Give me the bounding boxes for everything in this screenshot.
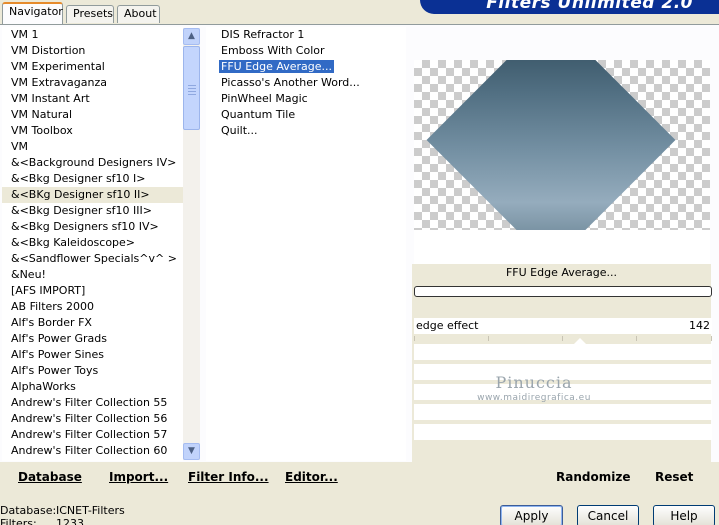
filter-item[interactable]: Emboss With Color	[206, 43, 406, 59]
filter-item-label: DIS Refractor 1	[221, 28, 305, 41]
param-row-empty	[414, 364, 712, 380]
app-title: Filters Unlimited 2.0	[486, 0, 693, 13]
category-item[interactable]: VM	[2, 139, 183, 155]
filter-item[interactable]: PinWheel Magic	[206, 91, 406, 107]
param-value: 142	[689, 319, 710, 332]
category-item[interactable]: VM Extravaganza	[2, 75, 183, 91]
param-row-edge-effect[interactable]: edge effect 142	[414, 318, 712, 334]
database-value: ICNET-Filters	[56, 504, 125, 517]
help-button[interactable]: Help	[653, 505, 715, 525]
param-row-empty	[414, 424, 712, 440]
scroll-up-icon[interactable]: ▲	[183, 28, 200, 45]
filter-item-label: FFU Edge Average...	[217, 59, 336, 74]
preview-blank-area	[414, 230, 710, 264]
category-item[interactable]: Andrew's Filter Collection 55	[2, 395, 183, 411]
apply-button[interactable]: Apply	[500, 505, 563, 525]
filter-item[interactable]: Quilt...	[206, 123, 406, 139]
category-item[interactable]: VM Experimental	[2, 59, 183, 75]
category-item[interactable]: &<Bkg Designer sf10 III>	[2, 203, 183, 219]
selected-filter-name: FFU Edge Average...	[505, 266, 618, 279]
category-item[interactable]: AlphaWorks	[2, 379, 183, 395]
randomize-button[interactable]: Randomize	[556, 470, 630, 484]
filters-count-label: Filters:	[0, 517, 37, 525]
category-list[interactable]: VM 1 VM Distortion VM Experimental VM Extra…	[2, 27, 183, 461]
tab-about[interactable]: About	[117, 5, 160, 23]
app-banner: Filters Unlimited 2.0	[420, 0, 719, 14]
tab-bar: Navigator Presets About	[0, 0, 420, 24]
category-item[interactable]: &Neu!	[2, 267, 183, 283]
scroll-down-icon[interactable]: ▼	[183, 443, 200, 460]
category-item[interactable]: Alf's Power Toys	[2, 363, 183, 379]
tab-presets[interactable]: Presets	[66, 5, 114, 23]
parameter-area: edge effect 142	[414, 318, 712, 444]
preview-image	[414, 60, 710, 230]
param-row-empty	[414, 344, 712, 360]
category-item[interactable]: VM 1	[2, 27, 183, 43]
status-info: Database:ICNET-Filters Filters: 1233	[0, 504, 125, 525]
filter-list[interactable]: DIS Refractor 1 Emboss With Color FFU Edge…	[206, 27, 406, 461]
param-row-empty	[414, 384, 712, 400]
database-label: Database:	[0, 504, 57, 517]
filter-item-label: PinWheel Magic	[221, 92, 308, 105]
filter-item[interactable]: FFU Edge Average...	[206, 59, 406, 75]
reset-button[interactable]: Reset	[655, 470, 693, 484]
category-item[interactable]: Alf's Power Grads	[2, 331, 183, 347]
category-item[interactable]: &<BKg Designer sf10 II>	[2, 187, 183, 203]
category-item[interactable]: &<Bkg Designer sf10 I>	[2, 171, 183, 187]
filter-item-label: Emboss With Color	[221, 44, 325, 57]
param-row-empty	[414, 404, 712, 420]
import-button[interactable]: Import...	[109, 470, 168, 484]
category-item[interactable]: &<Bkg Designers sf10 IV>	[2, 219, 183, 235]
category-scrollbar[interactable]: ▲ ▼	[183, 28, 200, 460]
filter-item-label: Quantum Tile	[221, 108, 296, 121]
editor-button[interactable]: Editor...	[285, 470, 338, 484]
database-button[interactable]: Database	[18, 470, 82, 484]
progress-bar	[414, 286, 712, 297]
category-item[interactable]: Alf's Border FX	[2, 315, 183, 331]
category-item[interactable]: Andrew's Filter Collection 60	[2, 443, 183, 459]
preview-diamond-shape	[426, 60, 676, 230]
filter-item-label: Picasso's Another Word...	[221, 76, 360, 89]
edge-effect-slider[interactable]	[414, 334, 712, 346]
category-item[interactable]: VM Toolbox	[2, 123, 183, 139]
category-item[interactable]: Alf's Power Sines	[2, 347, 183, 363]
category-item[interactable]: &<Bkg Kaleidoscope>	[2, 235, 183, 251]
category-item[interactable]: &<Background Designers IV>	[2, 155, 183, 171]
filter-item[interactable]: DIS Refractor 1	[206, 27, 406, 43]
category-item[interactable]: VM Instant Art	[2, 91, 183, 107]
filter-info-button[interactable]: Filter Info...	[188, 470, 269, 484]
category-item[interactable]: AB Filters 2000	[2, 299, 183, 315]
bottom-toolbar: Database Import... Filter Info... Editor…	[0, 462, 719, 496]
tab-navigator[interactable]: Navigator	[2, 2, 63, 24]
param-label: edge effect	[416, 319, 479, 332]
category-item[interactable]: VM Distortion	[2, 43, 183, 59]
category-item[interactable]: Andrew's Filter Collection 57	[2, 427, 183, 443]
filter-item-label: Quilt...	[221, 124, 258, 137]
cancel-button[interactable]: Cancel	[577, 505, 639, 525]
category-item[interactable]: VM Natural	[2, 107, 183, 123]
category-item[interactable]: &<Sandflower Specials^v^ >	[2, 251, 183, 267]
category-item[interactable]: [AFS IMPORT]	[2, 283, 183, 299]
filter-item[interactable]: Quantum Tile	[206, 107, 406, 123]
filter-item[interactable]: Picasso's Another Word...	[206, 75, 406, 91]
category-item[interactable]: Andrew's Filter Collection 56	[2, 411, 183, 427]
scroll-thumb[interactable]	[183, 46, 200, 130]
filters-count-value: 1233	[56, 517, 84, 525]
